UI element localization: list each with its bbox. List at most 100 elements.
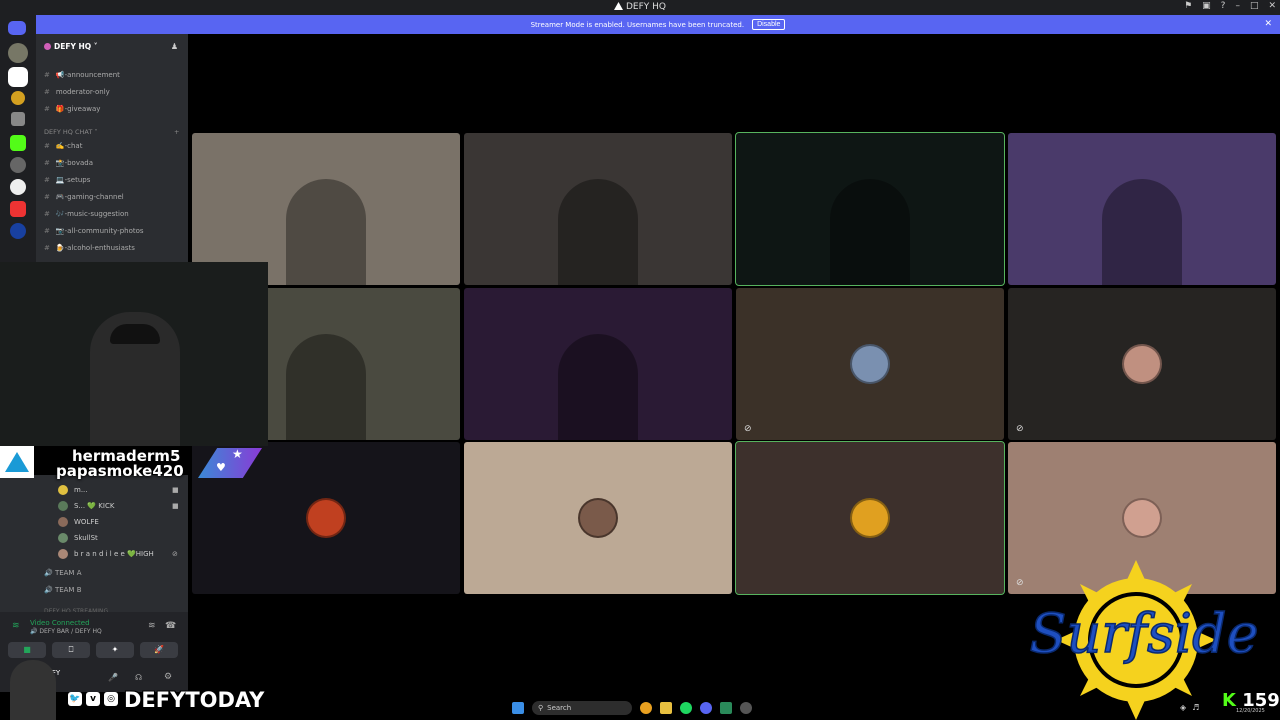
- spotify-icon[interactable]: [680, 702, 692, 714]
- channel-item[interactable]: # 📷-all-community-photos: [44, 227, 144, 235]
- participant-avatar: [850, 344, 890, 384]
- noise-suppression-icon[interactable]: ≋: [148, 621, 156, 631]
- channel-item[interactable]: # 📢-announcement: [44, 71, 120, 79]
- screen-icon[interactable]: ▣: [1202, 1, 1211, 11]
- server-icon-kick[interactable]: [10, 135, 26, 151]
- soundboard-button[interactable]: 🚀: [140, 642, 178, 658]
- system-tray: ◈ ♬: [1180, 703, 1199, 712]
- voice-member[interactable]: WOLFE: [58, 517, 99, 527]
- server-rail: [0, 15, 36, 265]
- maximize-button[interactable]: □: [1250, 1, 1259, 11]
- network-icon[interactable]: ◈: [1180, 703, 1186, 712]
- server-icon[interactable]: [8, 43, 28, 63]
- video-tile[interactable]: [735, 132, 1005, 286]
- disconnect-icon[interactable]: ☎: [165, 621, 176, 631]
- video-tile[interactable]: [464, 133, 732, 285]
- channel-item[interactable]: # 🎁-giveaway: [44, 105, 100, 113]
- server-icon[interactable]: [10, 201, 26, 217]
- system-clock[interactable]: 12/20/2025: [1236, 708, 1265, 714]
- file-explorer-icon[interactable]: [660, 702, 672, 714]
- obs-icon[interactable]: [740, 702, 752, 714]
- overlay-subscriber-name: papasmoke420: [56, 462, 184, 480]
- kick-logo-icon: K: [1222, 690, 1236, 711]
- video-tile[interactable]: [1008, 133, 1276, 285]
- voice-member[interactable]: SkullSt: [58, 533, 98, 543]
- video-tile[interactable]: [735, 441, 1005, 595]
- voice-member[interactable]: S... 💚 KICK ■: [58, 501, 179, 511]
- signal-icon: ≋: [12, 621, 20, 631]
- participant-video: [285, 333, 367, 440]
- twitter-icon: 🐦: [68, 692, 82, 706]
- server-icon[interactable]: [10, 157, 26, 173]
- channel-item[interactable]: # 🎮-gaming-channel: [44, 193, 124, 201]
- channel-item[interactable]: # 🍺-alcohol-enthusiasts: [44, 244, 135, 252]
- star-icon: ★: [232, 447, 243, 461]
- channel-name: 📷-all-community-photos: [55, 227, 144, 235]
- instagram-icon: ◎: [104, 692, 118, 706]
- channel-list: DEFY HQ ˅ ♟ # 📢-announcement # moderator-o…: [36, 34, 188, 262]
- camera-button[interactable]: ■: [8, 642, 46, 658]
- channel-name: 🎁-giveaway: [55, 105, 101, 113]
- participant-video: [285, 178, 367, 285]
- volume-icon[interactable]: ♬: [1192, 703, 1199, 712]
- defy-triangle-icon: [5, 452, 29, 472]
- channel-name: 🍺-alcohol-enthusiasts: [55, 244, 135, 252]
- home-discord-icon[interactable]: [8, 21, 26, 35]
- voice-status-channel[interactable]: 🔊 DEFY BAR / DEFY HQ: [30, 628, 102, 635]
- window-title: DEFY HQ: [0, 2, 1280, 12]
- settings-gear-icon[interactable]: ⚙: [164, 672, 172, 682]
- share-screen-button[interactable]: ⎕: [52, 642, 90, 658]
- muted-mic-icon: ⊘: [1016, 424, 1024, 434]
- server-icon[interactable]: [10, 223, 26, 239]
- camera-icon: ■: [172, 502, 179, 510]
- muted-mic-icon: ⊘: [744, 424, 752, 434]
- voice-member[interactable]: m... ■: [58, 485, 179, 495]
- app-icon[interactable]: [720, 702, 732, 714]
- inbox-icon[interactable]: ⚑: [1184, 1, 1192, 11]
- video-tile[interactable]: ⊘: [736, 288, 1004, 440]
- taskbar: ⚲ Search: [440, 698, 780, 718]
- voice-status-title: Video Connected: [30, 619, 90, 627]
- add-channel-icon[interactable]: +: [174, 128, 179, 136]
- activities-button[interactable]: ✦: [96, 642, 134, 658]
- voice-channel-team-b[interactable]: 🔊 TEAM B: [44, 586, 82, 594]
- window-titlebar: DEFY HQ ⚑ ▣ ? – □ ✕: [0, 0, 1280, 15]
- server-icon[interactable]: [11, 112, 25, 126]
- search-box[interactable]: ⚲ Search: [532, 701, 632, 715]
- server-icon[interactable]: [11, 91, 25, 105]
- windows-start-icon[interactable]: [512, 702, 524, 714]
- channel-item[interactable]: # 🎶-music-suggestion: [44, 210, 129, 218]
- voice-member[interactable]: b r a n d i l e e 💚HIGH ⊘: [58, 549, 178, 559]
- disable-streamer-mode-button[interactable]: Disable: [752, 19, 786, 30]
- defy-logo-badge: [0, 446, 34, 478]
- headphones-icon[interactable]: ☊: [135, 673, 142, 682]
- participant-avatar: [850, 498, 890, 538]
- muted-icon: ⊘: [172, 550, 178, 558]
- participant-video: [829, 178, 911, 285]
- server-icon-defy[interactable]: [8, 67, 28, 87]
- category-chat[interactable]: DEFY HQ CHAT ˅ +: [44, 128, 179, 136]
- server-name[interactable]: DEFY HQ ˅: [44, 42, 98, 51]
- server-icon[interactable]: [10, 179, 26, 195]
- participant-avatar: [306, 498, 346, 538]
- video-tile[interactable]: [464, 442, 732, 594]
- discord-icon[interactable]: [700, 702, 712, 714]
- video-tile[interactable]: ⊘: [1008, 288, 1276, 440]
- voice-channel-team-a[interactable]: 🔊 TEAM A: [44, 569, 81, 577]
- channel-item[interactable]: # 📸-bovada: [44, 159, 93, 167]
- channel-name: 🎶-music-suggestion: [55, 210, 129, 218]
- member-name: WOLFE: [74, 518, 99, 526]
- channel-name: moderator-only: [55, 88, 110, 96]
- channel-item[interactable]: # ✍️-chat: [44, 142, 82, 150]
- banner-close-icon[interactable]: ✕: [1264, 19, 1272, 29]
- minimize-button[interactable]: –: [1235, 1, 1240, 11]
- close-window-button[interactable]: ✕: [1268, 1, 1276, 11]
- channel-item[interactable]: # 💻-setups: [44, 176, 90, 184]
- mic-icon[interactable]: 🎤: [108, 673, 118, 682]
- participant-avatar: [1122, 498, 1162, 538]
- channel-item[interactable]: # moderator-only: [44, 88, 110, 96]
- add-member-icon[interactable]: ♟: [171, 42, 178, 51]
- video-tile[interactable]: [464, 288, 732, 440]
- chrome-icon[interactable]: [640, 702, 652, 714]
- help-icon[interactable]: ?: [1221, 1, 1226, 11]
